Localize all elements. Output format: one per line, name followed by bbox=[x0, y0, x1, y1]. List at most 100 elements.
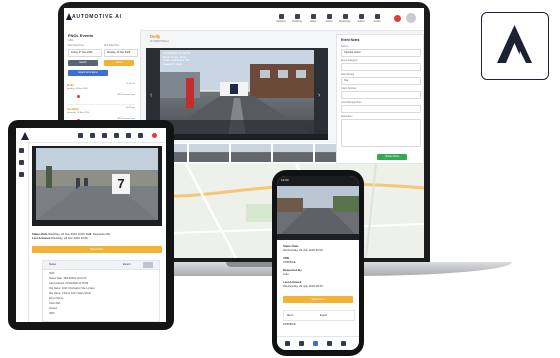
from-date-field[interactable]: Friday, 27 Nov 2020 bbox=[68, 49, 102, 57]
page-title: Dolly bbox=[150, 34, 161, 39]
video-overlay-line: Speed: 0 mph bbox=[163, 61, 182, 66]
card-toolbar: Nurse Export bbox=[43, 261, 159, 270]
info-value: Wed/Day, 24 Nov 2020 10:09 bbox=[51, 236, 88, 240]
nav-assist[interactable]: Assist bbox=[370, 14, 384, 23]
claim-number-input[interactable] bbox=[341, 91, 421, 99]
gear-icon bbox=[358, 14, 364, 19]
video-thumbnail[interactable] bbox=[272, 143, 314, 163]
bell-icon[interactable] bbox=[114, 133, 119, 138]
brand-logo-icon bbox=[21, 132, 29, 140]
event-status: FNOL Event Open bbox=[117, 94, 135, 96]
avatar[interactable] bbox=[406, 13, 416, 23]
detail-line: Claim Ref: bbox=[49, 302, 61, 305]
export-button[interactable]: Export bbox=[320, 314, 327, 317]
bell-icon bbox=[326, 14, 332, 19]
nav-video[interactable]: Video bbox=[306, 14, 320, 23]
car-icon[interactable] bbox=[285, 341, 290, 346]
menu-button[interactable]: Menu bbox=[287, 314, 293, 317]
road-sign: 7 bbox=[112, 174, 130, 194]
help-icon[interactable] bbox=[138, 133, 143, 138]
field-label: Claim Number bbox=[341, 87, 357, 90]
video-icon[interactable] bbox=[102, 133, 107, 138]
phone-tab-bar bbox=[277, 336, 359, 350]
menu-icon[interactable] bbox=[19, 148, 24, 153]
card-title: Nurse bbox=[49, 263, 56, 266]
info-value: Wednesday, 29 July 2020 09:09 bbox=[283, 284, 323, 288]
detail-line: Org Name: 4020 Information Site Limited bbox=[49, 287, 95, 290]
save-close-button[interactable]: Save/Close bbox=[32, 246, 162, 253]
event-date: Saturday, 28 Nov 2020 bbox=[67, 112, 90, 114]
phone-status-bar: 12:00 bbox=[277, 176, 359, 186]
to-label: End Date/Time bbox=[104, 45, 120, 47]
road-scene-image bbox=[36, 148, 158, 220]
chart-icon bbox=[342, 14, 348, 19]
event-name: Dolly bbox=[67, 83, 74, 87]
nav-vehicles[interactable]: Vehicles bbox=[274, 14, 288, 23]
event-date: Sunday, 29 Nov 2020 bbox=[67, 88, 88, 90]
info-label: Last Actioned bbox=[32, 236, 51, 240]
damage-input[interactable] bbox=[341, 105, 421, 113]
gear-icon[interactable] bbox=[341, 341, 346, 346]
video-icon[interactable] bbox=[19, 160, 24, 165]
field-label: Event Category bbox=[341, 59, 358, 62]
map-pin-icon bbox=[294, 14, 300, 19]
event-time: 11:08 am bbox=[126, 83, 135, 85]
phone-action-row: Menu Export bbox=[283, 310, 355, 321]
chevron-right-icon[interactable]: › bbox=[318, 92, 320, 99]
event-notes-form: Event Notes Source Operator Action Event… bbox=[336, 34, 424, 164]
page-subtitle: AUTOMOTIVE AI bbox=[150, 40, 169, 43]
tablet-topbar bbox=[16, 128, 166, 143]
car-icon bbox=[278, 14, 284, 19]
tablet-event-info: Status Date Wed/Day, 24 Nov 2020 10:09 C… bbox=[32, 232, 110, 240]
video-icon bbox=[310, 14, 316, 19]
notification-badge[interactable] bbox=[152, 133, 157, 138]
field-label: Loss/Damage Rate bbox=[341, 101, 362, 104]
gear-icon[interactable] bbox=[19, 172, 24, 177]
tablet-side-rail bbox=[16, 142, 29, 322]
detail-line: VRN: bbox=[49, 272, 55, 275]
nav-alerts[interactable]: Alerts bbox=[322, 14, 336, 23]
tablet-video-frame bbox=[36, 148, 158, 220]
resolution-textarea[interactable] bbox=[341, 119, 421, 147]
road-scene-image bbox=[277, 186, 359, 238]
map-pin-icon[interactable] bbox=[299, 341, 304, 346]
video-overlay-text: 29/11/2020 11:08:54 Door: Front, Dual Tr… bbox=[163, 51, 190, 66]
status-dot-icon bbox=[77, 95, 80, 98]
info-value: Auto bbox=[283, 272, 289, 276]
save-close-button[interactable]: Save/Close bbox=[283, 296, 353, 303]
update-notes-button[interactable]: Update Notes bbox=[377, 154, 407, 160]
video-icon[interactable] bbox=[313, 341, 318, 346]
car-icon[interactable] bbox=[78, 133, 83, 138]
event-item[interactable]: Dolly Sunday, 29 Nov 2020 11:08 am FNOL … bbox=[67, 82, 135, 105]
bell-icon[interactable] bbox=[327, 341, 332, 346]
nav-tracking[interactable]: Tracking bbox=[290, 14, 304, 23]
to-date-field[interactable]: Monday, 30 Nov 2020 bbox=[104, 49, 138, 57]
map-pin-icon[interactable] bbox=[90, 133, 95, 138]
chevron-left-icon[interactable]: ‹ bbox=[150, 92, 152, 99]
video-thumbnail[interactable] bbox=[188, 143, 230, 163]
phone-video-player[interactable] bbox=[277, 186, 359, 238]
phone-video-controls[interactable] bbox=[277, 234, 359, 240]
brand-name: AUTOMOTIVE AI bbox=[72, 14, 122, 20]
tablet-screen: 7 Status Date Wed/Day, 24 Nov 2020 10:09… bbox=[16, 128, 166, 322]
detail-line: Site Name: Church Farm Sales Street bbox=[49, 292, 91, 295]
source-select[interactable]: Operator Action bbox=[341, 49, 421, 57]
export-button[interactable]: Export all to Excel bbox=[68, 70, 108, 76]
category-select[interactable] bbox=[341, 63, 421, 71]
search-button[interactable]: Search bbox=[68, 60, 98, 66]
nav-admin[interactable]: Admin bbox=[354, 14, 368, 23]
gear-icon[interactable] bbox=[126, 133, 131, 138]
phone-screen: 12:00 Status Date Wednesday, 29 July 202… bbox=[277, 176, 359, 350]
notification-badge[interactable] bbox=[394, 15, 401, 22]
export-button[interactable]: Export bbox=[123, 263, 131, 266]
nav-reporting[interactable]: Reporting bbox=[338, 14, 352, 23]
toggle-icon[interactable] bbox=[143, 262, 153, 268]
tablet-detail-card: Nurse Export VRN: Status Date: 18/04/202… bbox=[42, 260, 160, 322]
brand-logo-icon bbox=[497, 25, 532, 63]
help-icon bbox=[374, 14, 380, 19]
reset-button[interactable]: Reset bbox=[104, 60, 134, 66]
video-thumbnail[interactable] bbox=[230, 143, 272, 163]
moving-select[interactable]: Yes bbox=[341, 77, 421, 85]
app-topbar: AUTOMOTIVE AI Vehicles Tracking Video Al… bbox=[64, 8, 424, 31]
field-label: Resolution bbox=[341, 115, 353, 118]
